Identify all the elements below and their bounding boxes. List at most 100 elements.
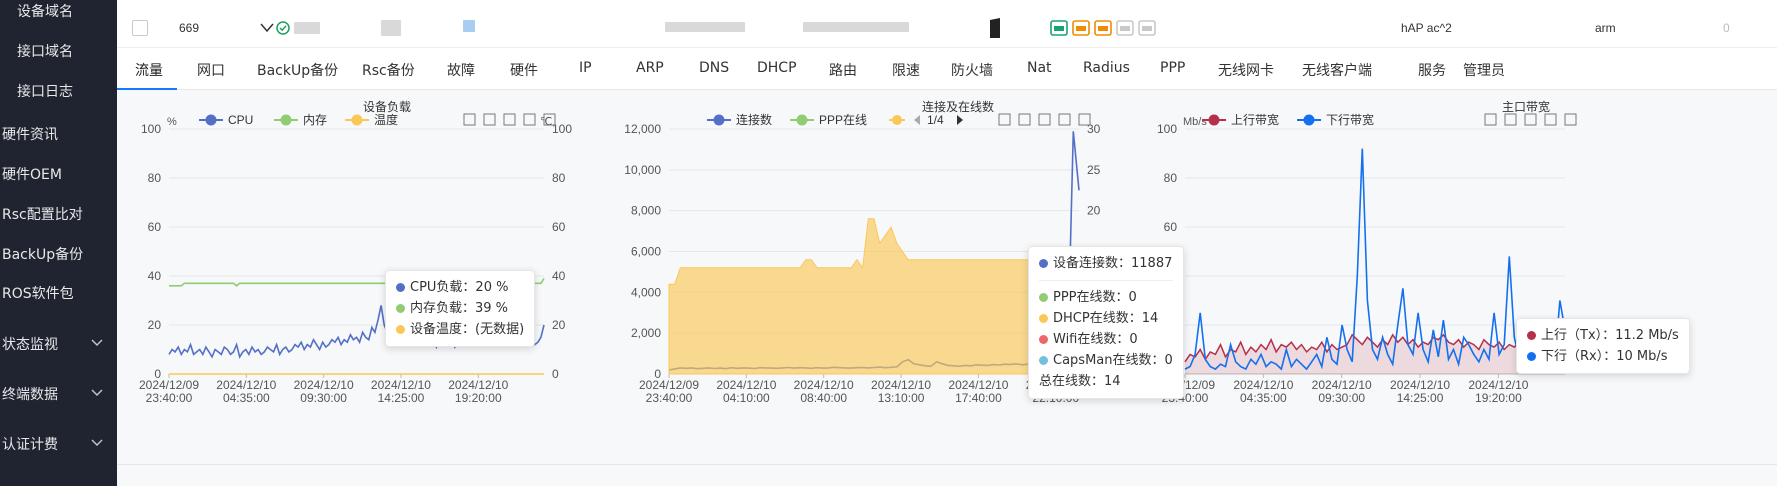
tab-nat[interactable]: Nat: [1027, 60, 1052, 76]
x-tick-label: 09:30:00: [1318, 391, 1365, 405]
chart-tooltip-conn: 设备连接数：11887 PPP在线数：0 DHCP在线数：14 Wifi在线数：0 Ca…: [1028, 246, 1184, 399]
x-tick-label: 2024/12/10: [1390, 378, 1450, 392]
y-tick-label: 60: [1164, 220, 1178, 234]
charts-canvas: 020406080100020406080100% ℃2024/12/0923:4…: [139, 112, 1577, 405]
tooltip-dot: [1039, 335, 1048, 344]
device-row[interactable]: 669 hAP ac^2 arm 0: [117, 8, 1777, 48]
tab-wireless-card[interactable]: 无线网卡: [1218, 60, 1274, 80]
y-right-tick-label: 40: [552, 269, 566, 283]
sidebar-item-ros-package[interactable]: ROS软件包: [2, 283, 74, 303]
tab-route[interactable]: 路由: [829, 60, 857, 80]
tooltip-line: 设备连接数：11887: [1039, 253, 1173, 274]
tab-rsc-backup[interactable]: Rsc备份: [362, 60, 415, 80]
series-line-下行带宽: [1184, 148, 1566, 371]
tooltip-line: 上行（Tx）：11.2 Mb/s: [1527, 325, 1679, 346]
sidebar-item-backup[interactable]: BackUp备份: [2, 244, 83, 264]
redacted-text: [294, 22, 320, 34]
x-tick-label: 13:10:00: [878, 391, 925, 405]
x-tick-label: 23:40:00: [146, 391, 193, 405]
sidebar-item-hardware-info[interactable]: 硬件资讯: [2, 124, 58, 144]
ethernet-port-icon[interactable]: [1116, 20, 1134, 36]
tooltip-text: 总在线数：14: [1039, 374, 1121, 389]
y-tick-label: 80: [1164, 171, 1178, 185]
x-tick-label: 2024/12/09: [139, 378, 199, 392]
ethernet-port-icon[interactable]: [1138, 20, 1156, 36]
tab-ppp[interactable]: PPP: [1160, 60, 1185, 76]
tooltip-dot: [1039, 259, 1048, 268]
sidebar-group-label: 终端数据: [2, 387, 58, 403]
tab-wireless-client[interactable]: 无线客户端: [1302, 60, 1372, 80]
tooltip-text: CapsMan在线数：0: [1053, 353, 1173, 368]
x-tick-label: 2024/12/10: [1312, 378, 1372, 392]
y-right-tick-label: 20: [552, 318, 566, 332]
x-tick-label: 2024/12/10: [716, 378, 776, 392]
y-axis-unit: Mb/s: [1183, 116, 1207, 128]
y-tick-label: 100: [141, 122, 161, 136]
legend-marker: [1208, 114, 1220, 126]
y-right-tick-label: 60: [552, 220, 566, 234]
toolbox-icon: [1544, 113, 1557, 126]
sidebar-group-status[interactable]: 状态监视: [2, 334, 117, 354]
y-right-tick-label: 20: [1087, 204, 1101, 218]
tooltip-dot: [396, 325, 405, 334]
tab-admin[interactable]: 管理员: [1463, 60, 1505, 80]
toolbox-icon: [1564, 113, 1577, 126]
x-tick-label: 04:10:00: [723, 391, 770, 405]
tooltip-line: 下行（Rx）：10 Mb/s: [1527, 346, 1679, 367]
x-tick-label: 04:35:00: [223, 391, 270, 405]
tab-dns[interactable]: DNS: [699, 60, 729, 76]
tab-dhcp[interactable]: DHCP: [757, 60, 797, 76]
y-tick-label: 80: [148, 171, 162, 185]
tab-backup[interactable]: BackUp备份: [257, 60, 338, 80]
check-circle-icon: [276, 21, 290, 35]
tooltip-line: DHCP在线数：14: [1039, 308, 1173, 329]
y-right-tick-label: 30: [1087, 122, 1101, 136]
legend-marker: [205, 114, 217, 126]
toolbox-icon: [998, 113, 1011, 126]
tab-hardware[interactable]: 硬件: [510, 60, 538, 80]
tab-radius[interactable]: Radius: [1083, 60, 1130, 76]
sidebar-group-billing[interactable]: 认证计费: [2, 434, 117, 454]
y-tick-label: 4,000: [631, 285, 661, 299]
x-tick-label: 09:30:00: [300, 391, 347, 405]
x-tick-label: 2024/12/10: [871, 378, 931, 392]
tab-arp[interactable]: ARP: [636, 60, 664, 76]
tab-content: 设备负载 连接及在线数 主口带宽 0 20 40 60 80 100 0 20 40 60 80 10…: [117, 90, 1777, 486]
x-tick-label: 2024/12/09: [639, 378, 699, 392]
sidebar-item-device-domain[interactable]: 设备域名: [17, 1, 73, 21]
sidebar-item-hardware-oem[interactable]: 硬件OEM: [2, 164, 62, 184]
sidebar-group-terminal[interactable]: 终端数据: [2, 384, 117, 404]
tooltip-text: PPP在线数：0: [1053, 290, 1137, 305]
tooltip-text: 内存负载：39 %: [410, 301, 509, 316]
tab-traffic[interactable]: 流量: [135, 60, 163, 80]
ethernet-port-icon[interactable]: [1094, 20, 1112, 36]
tooltip-line: 总在线数：14: [1039, 371, 1173, 392]
divider: [117, 464, 1777, 465]
x-tick-label: 2024/12/10: [448, 378, 508, 392]
y-tick-label: 6,000: [631, 245, 661, 259]
toolbox-icon: [1018, 113, 1031, 126]
tab-rate-limit[interactable]: 限速: [892, 60, 920, 80]
device-id: 669: [179, 21, 200, 35]
x-tick-label: 2024/12/10: [371, 378, 431, 392]
sidebar-item-interface-log[interactable]: 接口日志: [17, 81, 73, 101]
x-tick-label: 04:35:00: [1240, 391, 1287, 405]
sidebar-item-interface-domain[interactable]: 接口域名: [17, 41, 73, 61]
tab-firewall[interactable]: 防火墙: [951, 60, 993, 80]
toolbox-icon: [1524, 113, 1537, 126]
legend-label: 内存: [303, 113, 327, 127]
row-checkbox[interactable]: [132, 20, 148, 36]
chevron-down-icon[interactable]: [260, 23, 274, 33]
tab-ip[interactable]: IP: [579, 60, 592, 76]
tab-services[interactable]: 服务: [1418, 60, 1446, 80]
legend-marker: [1303, 114, 1315, 126]
x-tick-label: 14:25:00: [378, 391, 425, 405]
tooltip-line: 设备温度：(无数据): [396, 319, 524, 340]
ethernet-port-icon[interactable]: [1072, 20, 1090, 36]
toolbox-icon: [1038, 113, 1051, 126]
ethernet-port-icon[interactable]: [1050, 20, 1068, 36]
tab-fault[interactable]: 故障: [447, 60, 475, 80]
x-tick-label: 2024/12/10: [1233, 378, 1293, 392]
sidebar-item-rsc-compare[interactable]: Rsc配置比对: [2, 204, 83, 224]
tab-ports[interactable]: 网口: [197, 60, 225, 80]
